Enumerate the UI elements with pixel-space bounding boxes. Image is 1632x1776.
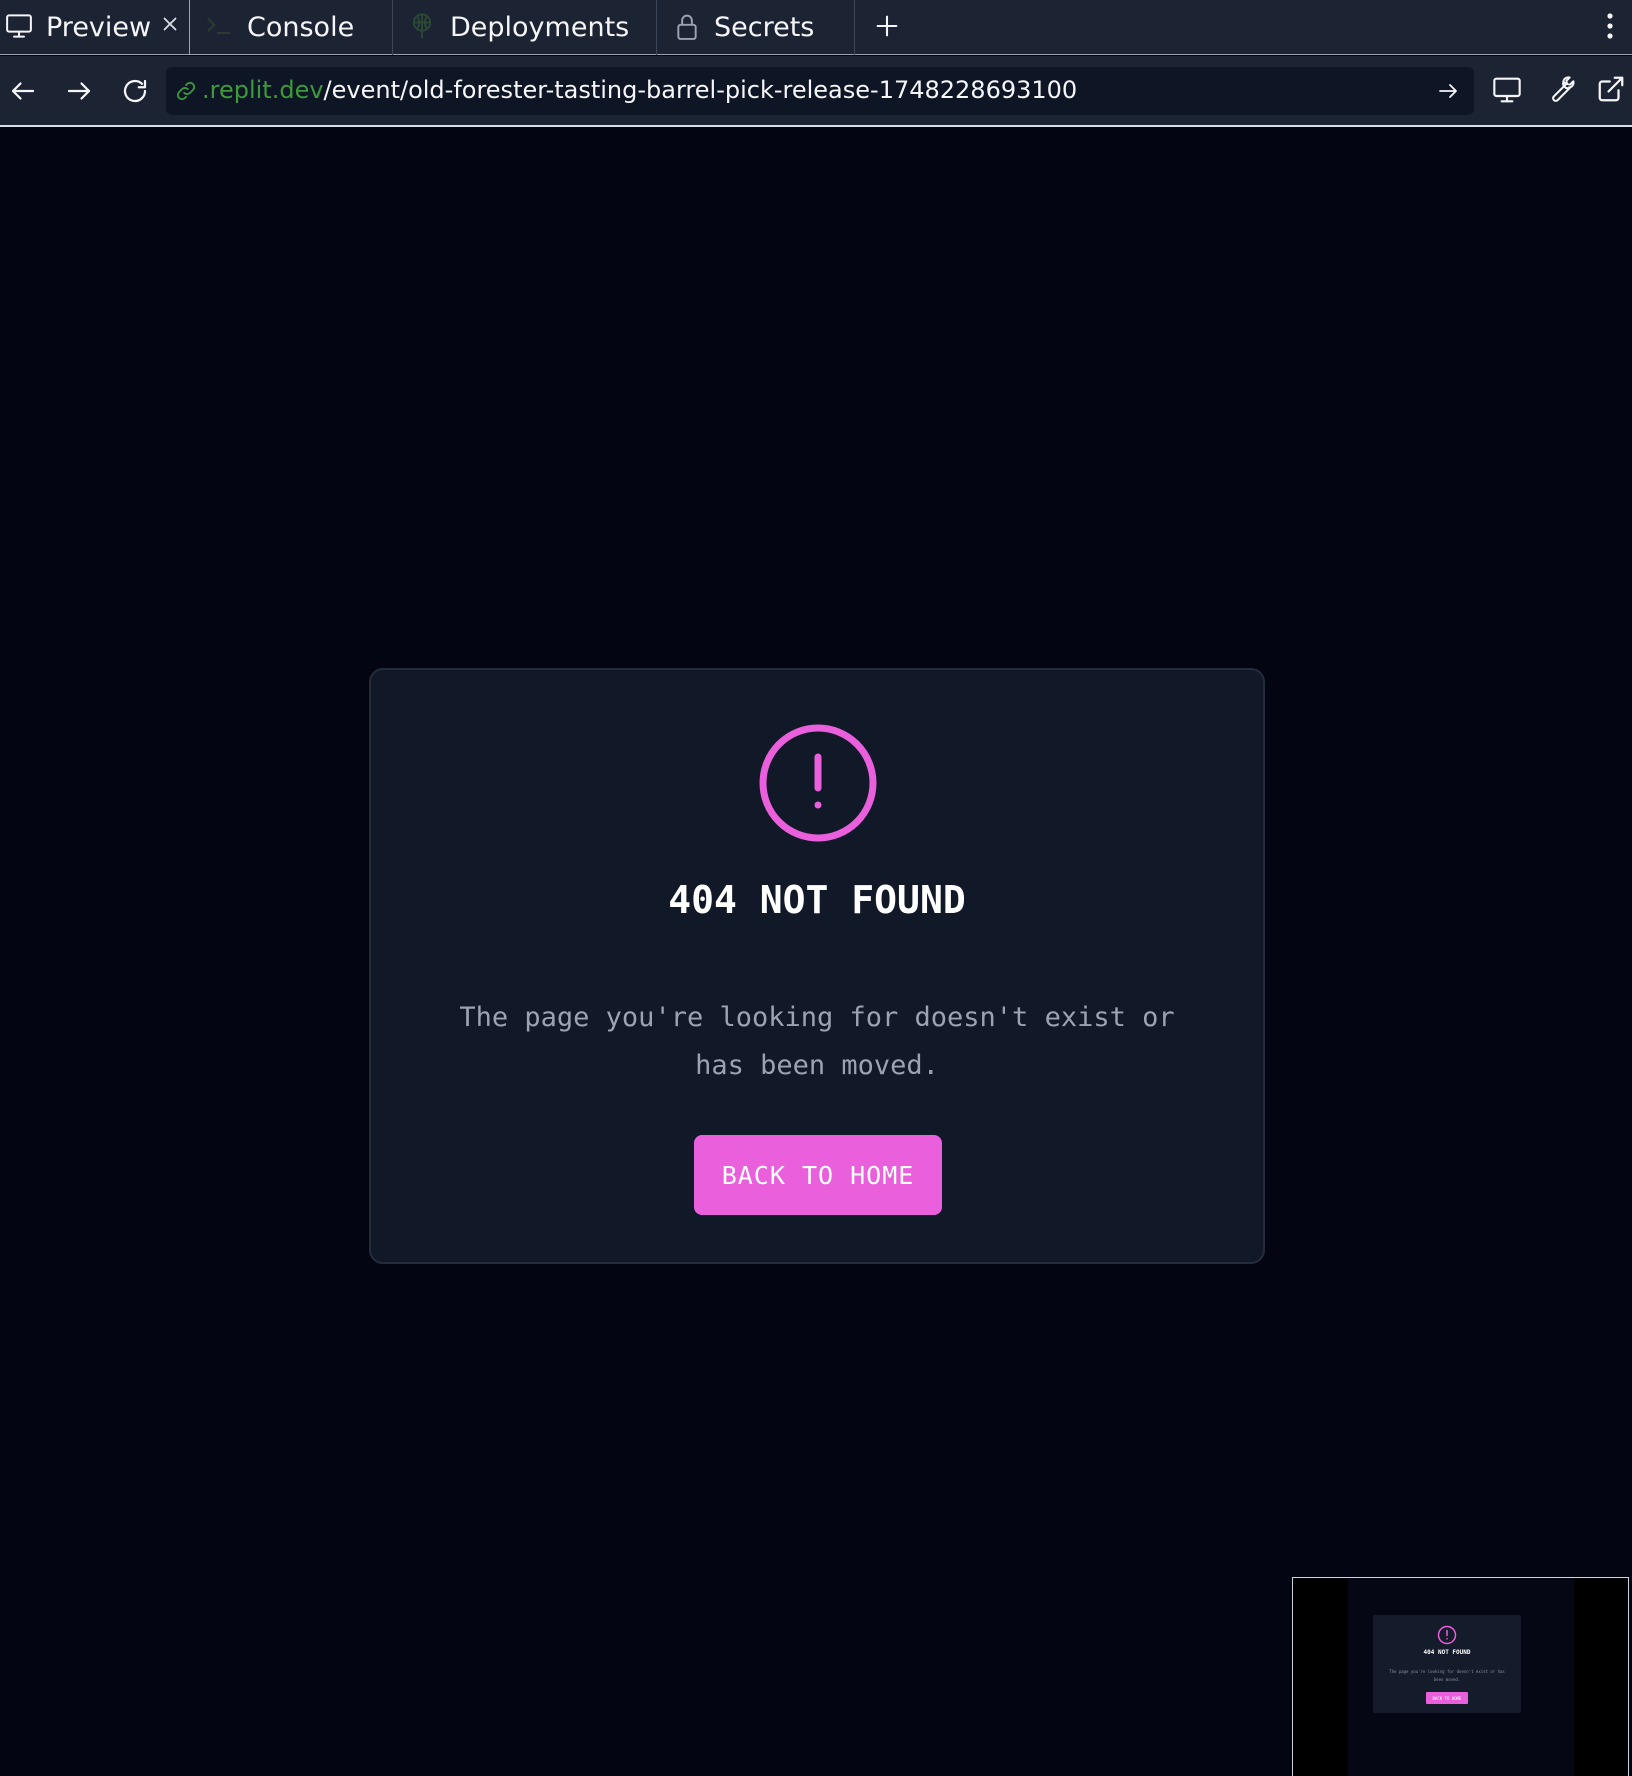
device-icon[interactable]: [1491, 74, 1523, 110]
url-bar[interactable]: .replit.dev/event/old-forester-tasting-b…: [166, 67, 1474, 115]
not-found-card: 404 NOT FOUND The page you're looking fo…: [369, 668, 1265, 1264]
alert-circle-icon: [758, 723, 878, 847]
tab-deployments-label: Deployments: [450, 12, 630, 43]
url-domain: .replit.dev: [202, 76, 324, 104]
minimap-screen: 404 NOT FOUND The page you're looking fo…: [1348, 1578, 1574, 1776]
terminal-icon: [205, 11, 233, 41]
minimap-card: 404 NOT FOUND The page you're looking fo…: [1373, 1615, 1521, 1713]
error-message: The page you're looking for doesn't exis…: [459, 1002, 1175, 1081]
external-link-icon[interactable]: [1596, 74, 1626, 108]
reload-icon[interactable]: [120, 76, 150, 110]
url-path: /event/old-forester-tasting-barrel-pick-…: [323, 76, 1078, 104]
close-icon[interactable]: [159, 13, 181, 35]
plus-icon[interactable]: [873, 12, 901, 44]
minimap-title: 404 NOT FOUND: [1423, 1649, 1471, 1656]
tab-console-label: Console: [247, 12, 355, 43]
lock-icon: [674, 11, 700, 43]
monitor-icon: [4, 11, 34, 41]
wrench-icon[interactable]: [1545, 74, 1575, 108]
link-icon: [175, 80, 197, 106]
go-arrow-icon[interactable]: [1436, 79, 1460, 107]
back-arrow-icon[interactable]: [8, 76, 38, 110]
forward-arrow-icon[interactable]: [64, 76, 94, 110]
browser-toolbar: .replit.dev/event/old-forester-tasting-b…: [0, 56, 1632, 127]
deployments-icon: [408, 11, 436, 41]
more-vertical-icon[interactable]: [1598, 11, 1622, 45]
minimap-button: BACK TO HOME: [1426, 1692, 1468, 1704]
tab-preview[interactable]: Preview: [0, 0, 190, 55]
page-title: 404 NOT FOUND: [668, 878, 966, 922]
url-text: .replit.dev/event/old-forester-tasting-b…: [202, 76, 1077, 104]
tab-secrets[interactable]: Secrets: [658, 0, 855, 55]
tab-deployments[interactable]: Deployments: [394, 0, 657, 55]
back-to-home-button[interactable]: BACK TO HOME: [694, 1135, 942, 1215]
tab-bar: Preview Console Deployments Secrets: [0, 0, 1632, 55]
tab-console[interactable]: Console: [191, 0, 393, 55]
tab-preview-label: Preview: [46, 12, 152, 43]
minimap-message: The page you're looking for doesn't exis…: [1389, 1669, 1505, 1682]
tab-secrets-label: Secrets: [714, 12, 815, 43]
preview-minimap[interactable]: 404 NOT FOUND The page you're looking fo…: [1292, 1577, 1629, 1776]
minimap-alert-icon: [1437, 1625, 1457, 1649]
